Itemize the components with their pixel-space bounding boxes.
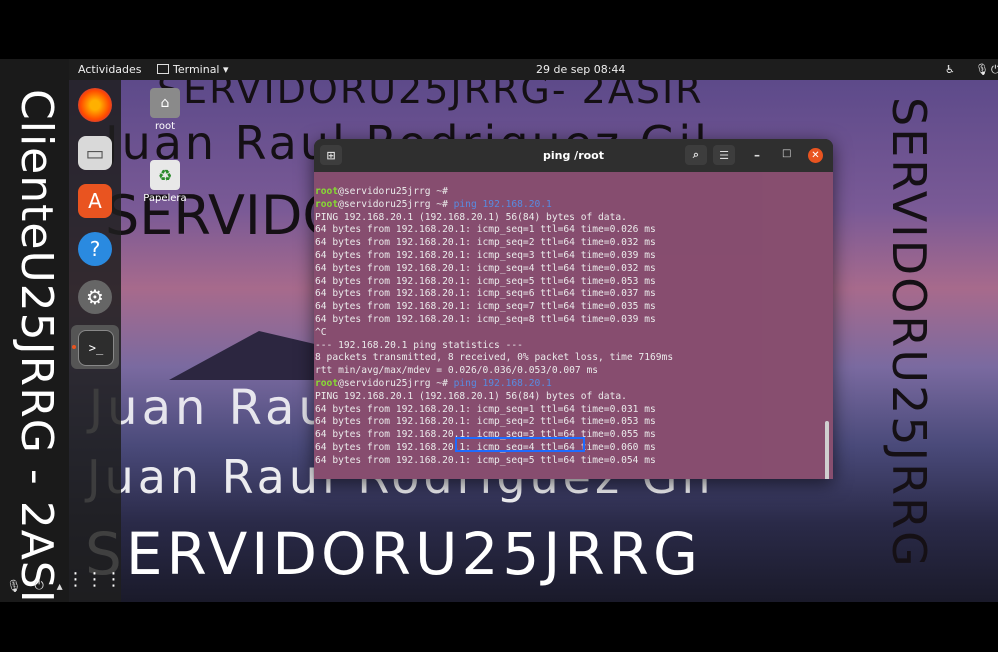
terminal-output-line: 64 bytes from 192.168.20.1: icmp_seq=5 t… xyxy=(315,275,656,287)
terminal-scrollbar[interactable] xyxy=(825,421,829,479)
terminal-output-line: PING 192.168.20.1 (192.168.20.1) 56(84) … xyxy=(315,211,627,223)
microphone-icon[interactable]: 🎙 xyxy=(6,579,21,593)
terminal-app-menu[interactable]: Terminal ▾ xyxy=(157,63,229,76)
desktop-icon-label: root xyxy=(154,121,176,132)
software-icon[interactable]: A xyxy=(78,184,112,218)
terminal-headerbar[interactable]: ⊞ ping /root ⌕ ☰ – □ ✕ xyxy=(314,139,833,172)
terminal-output-line: 64 bytes from 192.168.20.1: icmp_seq=6 t… xyxy=(315,288,656,300)
dock: ▭ A ? ⚙ >_ ⋮⋮⋮ xyxy=(67,80,123,602)
chevron-up-icon[interactable]: ▴ xyxy=(57,579,63,593)
desktop-icon-trash[interactable]: ♻ Papelera xyxy=(135,160,195,204)
activities-button[interactable]: Actividades xyxy=(78,63,142,76)
watermark-server-top: SERVIDORU25JRRG- 2ASIR xyxy=(157,80,704,112)
app-menu-label: Terminal ▾ xyxy=(173,63,229,76)
terminal-output-line: PING 192.168.20.1 (192.168.20.1) 56(84) … xyxy=(315,390,627,402)
prompt-user: root xyxy=(315,377,339,389)
home-folder-icon: ⌂ xyxy=(150,88,180,118)
terminal-small-icon xyxy=(157,64,169,74)
clock[interactable]: 29 de sep 08:44 xyxy=(536,63,625,76)
terminal-output[interactable]: root@servidoru25jrrg ~# root@servidoru25j… xyxy=(314,172,833,479)
close-button[interactable]: ✕ xyxy=(808,148,823,163)
prompt-command: ping 192.168.20.1 xyxy=(447,198,552,210)
highlight-box xyxy=(455,437,585,452)
terminal-output-line: 8 packets transmitted, 8 received, 0% pa… xyxy=(315,352,674,364)
desktop-icon-label: Papelera xyxy=(143,193,187,204)
terminal-output-line: 64 bytes from 192.168.20.1: icmp_seq=1 t… xyxy=(315,403,656,415)
minimize-button[interactable]: – xyxy=(754,148,760,162)
host-status-area: 🎙 ⏻ ▴ xyxy=(0,569,69,602)
terminal-output-line: --- 192.168.20.1 ping statistics --- xyxy=(315,339,523,351)
maximize-button[interactable]: □ xyxy=(782,148,791,159)
terminal-output-line: 64 bytes from 192.168.20.1: icmp_seq=5 t… xyxy=(315,454,656,466)
prompt-user: root xyxy=(315,198,339,210)
trash-icon: ♻ xyxy=(150,160,180,190)
accessibility-icon[interactable]: ♿ xyxy=(945,63,955,76)
host-vertical-label: ClienteU25JRRG - 2ASI xyxy=(11,89,62,602)
watermark-vertical-right: SERVIDORU25JRRG xyxy=(882,97,936,569)
files-icon[interactable]: ▭ xyxy=(78,136,112,170)
terminal-output-line: 64 bytes from 192.168.20.1: icmp_seq=1 t… xyxy=(315,224,656,236)
app-grid-icon[interactable]: ⋮⋮⋮ xyxy=(67,562,123,596)
menu-icon[interactable]: ☰ xyxy=(713,145,735,165)
prompt-host: @servidoru25jrrg ~# xyxy=(338,198,448,210)
terminal-output-line: 64 bytes from 192.168.20.1: icmp_seq=3 t… xyxy=(315,249,656,261)
search-icon[interactable]: ⌕ xyxy=(685,145,707,165)
running-indicator xyxy=(72,345,76,349)
microphone-icon[interactable]: 🎙 xyxy=(975,63,989,76)
desktop-icon-root[interactable]: ⌂ root xyxy=(135,88,195,132)
watermark-server-bottom: SERVIDORU25JRRG xyxy=(85,520,702,588)
terminal-prompt-line: root@servidoru25jrrg ~# ping 192.168.20.… xyxy=(314,378,833,391)
power-icon[interactable]: ⏻ xyxy=(991,63,998,77)
terminal-output-line: 64 bytes from 192.168.20.1: icmp_seq=7 t… xyxy=(315,301,656,313)
terminal-prompt-line: root@servidoru25jrrg ~# xyxy=(314,186,833,199)
terminal-icon[interactable]: >_ xyxy=(78,330,114,366)
help-icon[interactable]: ? xyxy=(78,232,112,266)
vm-screen: ClienteU25JRRG - 2ASI 🎙 ⏻ ▴ Actividades … xyxy=(0,59,998,602)
terminal-prompt-line: root@servidoru25jrrg ~# ping 192.168.20.… xyxy=(314,199,833,212)
power-icon[interactable]: ⏻ xyxy=(34,578,44,593)
prompt-command: ping 192.168.20.1 xyxy=(447,377,552,389)
terminal-output-line: 64 bytes from 192.168.20.1: icmp_seq=4 t… xyxy=(315,262,656,274)
terminal-output-line: 64 bytes from 192.168.20.1: icmp_seq=8 t… xyxy=(315,313,656,325)
gnome-top-bar: Actividades Terminal ▾ 29 de sep 08:44 ♿… xyxy=(69,59,998,80)
prompt-user: root xyxy=(315,186,339,197)
settings-icon[interactable]: ⚙ xyxy=(78,280,112,314)
terminal-output-line: ^C xyxy=(315,326,327,338)
prompt-host: @servidoru25jrrg ~# xyxy=(338,186,448,197)
prompt-host: @servidoru25jrrg ~# xyxy=(338,377,448,389)
terminal-output-line: 64 bytes from 192.168.20.1: icmp_seq=2 t… xyxy=(315,237,656,249)
terminal-output-line: 64 bytes from 192.168.20.1: icmp_seq=2 t… xyxy=(315,416,656,428)
terminal-output-line: rtt min/avg/max/mdev = 0.026/0.036/0.053… xyxy=(315,365,599,377)
terminal-window[interactable]: ⊞ ping /root ⌕ ☰ – □ ✕ root@servidoru25j… xyxy=(314,139,833,479)
firefox-icon[interactable] xyxy=(78,88,112,122)
